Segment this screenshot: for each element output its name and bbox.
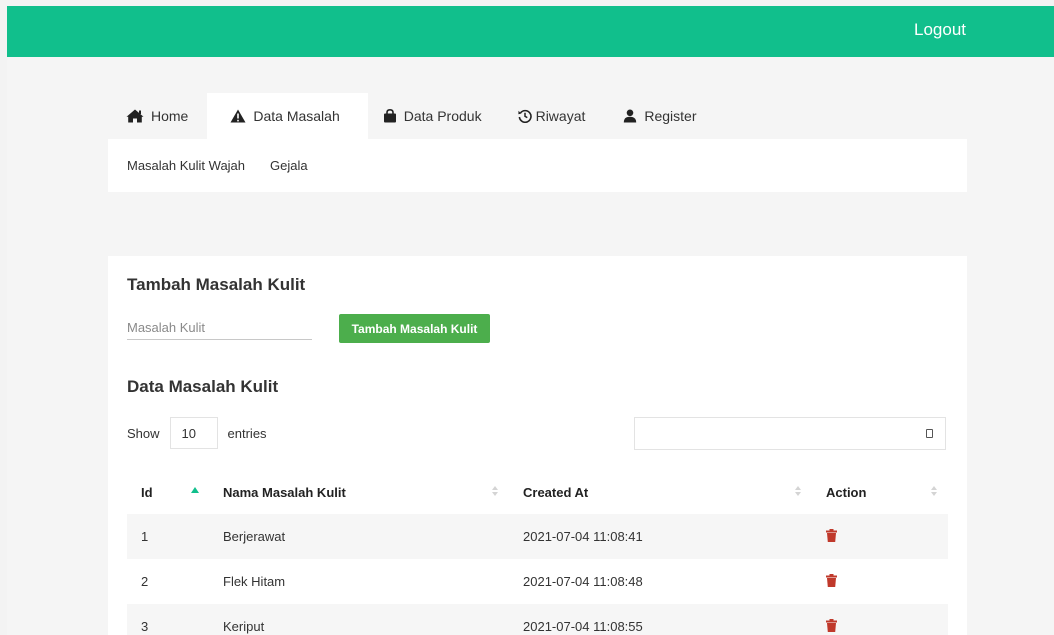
cell-action [812,559,948,604]
shopping-bag-icon [383,109,397,123]
tab-home-label: Home [151,108,189,124]
masalah-kulit-input[interactable] [127,316,312,340]
table-header-row: Id Nama Masalah Kulit Created At Action [127,470,948,514]
length-control: Show 10 entries [127,417,267,449]
tab-home[interactable]: Home [108,93,207,139]
column-header-label: Nama Masalah Kulit [223,484,346,500]
search-input[interactable] [634,417,946,450]
content-card: Tambah Masalah Kulit Tambah Masalah Kuli… [108,256,967,635]
cell-created-at: 2021-07-04 11:08:41 [523,529,643,544]
tab-data-masalah[interactable]: Data Masalah [207,93,368,139]
column-header-label: Id [141,484,153,500]
cell-created-at: 2021-07-04 11:08:55 [523,619,643,634]
tab-data-produk[interactable]: Data Produk [368,93,502,139]
column-header-id[interactable]: Id [127,470,209,514]
cell-name: Keriput [223,619,265,634]
cell-created-at: 2021-07-04 11:08:48 [523,574,643,589]
tab-register[interactable]: Register [605,93,716,139]
table-row: 2 Flek Hitam 2021-07-04 11:08:48 [127,559,948,604]
cell-id: 1 [141,529,149,544]
column-header-label: Created At [523,484,589,500]
main-nav: Home Data Masalah Data Produk Riwayat Re… [108,93,717,139]
home-icon [126,109,144,123]
show-label: Show [127,425,160,441]
tab-register-label: Register [644,108,697,124]
cell-id: 2 [141,574,149,589]
cell-action [812,604,948,635]
top-bar: Logout [7,6,1054,57]
tab-riwayat-label: Riwayat [535,108,586,124]
column-header-label: Action [826,484,867,500]
search-box-icon [926,429,933,438]
cell-name: Flek Hitam [223,574,286,589]
sort-icon [795,486,802,498]
subnav-masalah-kulit-wajah[interactable]: Masalah Kulit Wajah [127,158,245,173]
cell-name: Berjerawat [223,529,286,544]
table-title: Data Masalah Kulit [127,377,279,396]
data-table: Id Nama Masalah Kulit Created At Action [127,470,948,635]
column-header-action[interactable]: Action [812,470,948,514]
trash-icon[interactable] [826,528,837,545]
entries-select[interactable]: 10 [169,417,218,449]
cell-action [812,514,948,559]
form-title: Tambah Masalah Kulit [127,275,306,294]
user-icon [623,109,637,123]
sort-icon [492,486,499,498]
column-header-nama[interactable]: Nama Masalah Kulit [209,470,509,514]
tambah-masalah-kulit-button[interactable]: Tambah Masalah Kulit [339,314,490,343]
table-row: 3 Keriput 2021-07-04 11:08:55 [127,604,948,635]
subnav-gejala[interactable]: Gejala [270,158,308,173]
tab-riwayat[interactable]: Riwayat [502,93,606,139]
warning-icon [230,109,246,123]
cell-id: 3 [141,619,149,634]
column-header-created-at[interactable]: Created At [509,470,812,514]
trash-icon[interactable] [826,573,837,590]
tab-data-produk-label: Data Produk [403,108,482,124]
sub-nav: Masalah Kulit Wajah Gejala [108,139,967,192]
tab-data-masalah-label: Data Masalah [253,108,340,124]
logout-link[interactable]: Logout [914,20,966,40]
table-row: 1 Berjerawat 2021-07-04 11:08:41 [127,514,948,559]
sort-icon [931,486,938,498]
entries-label: entries [227,425,267,441]
sort-ascending-icon [191,487,199,493]
history-icon [517,109,532,123]
trash-icon[interactable] [826,618,837,635]
